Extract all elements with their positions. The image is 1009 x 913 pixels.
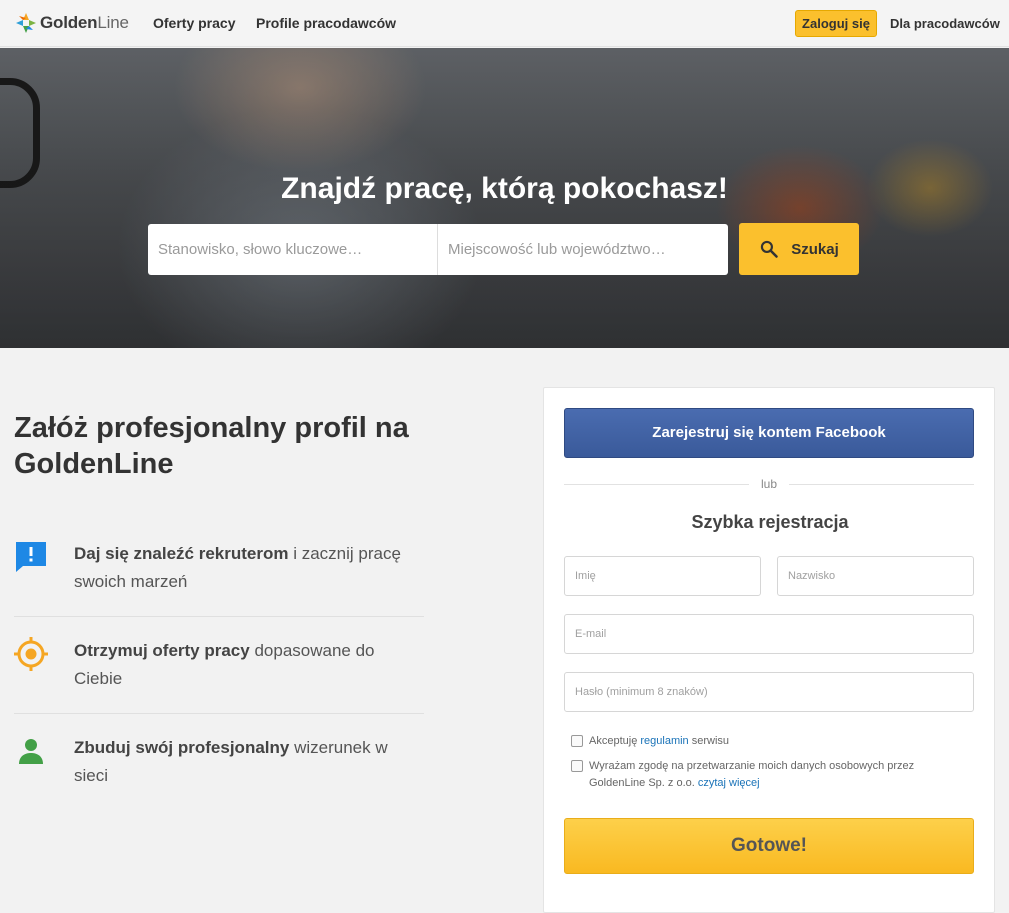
search-box	[148, 224, 728, 275]
benefits-title: Załóż profesjonalny profil na GoldenLine	[14, 412, 409, 480]
logo-wordmark: GoldenLine	[40, 13, 129, 32]
benefit-text: Otrzymuj oferty pracy dopasowane do Cieb…	[74, 641, 375, 688]
benefit-text: Daj się znaleźć rekruterom i zacznij pra…	[74, 544, 401, 591]
goldenline-logo[interactable]: GoldenLine	[15, 12, 129, 34]
benefit-text: Zbuduj swój profesjonalny wizerunek w si…	[74, 738, 388, 785]
registration-card: Zarejestruj się kontem Facebook lub Szyb…	[543, 387, 995, 913]
terms-checkbox[interactable]	[571, 735, 583, 747]
message-alert-icon	[16, 542, 46, 572]
target-icon	[14, 637, 48, 671]
hero-banner: Znajdź pracę, którą pokochasz! Szukaj	[0, 48, 1009, 348]
divider	[14, 713, 424, 714]
hero-title: Znajdź pracę, którą pokochasz!	[281, 172, 728, 205]
login-button[interactable]: Zaloguj się	[795, 10, 877, 37]
terms-checkbox-row: Akceptuję regulamin serwisu	[571, 733, 961, 751]
job-keyword-input[interactable]	[148, 224, 438, 275]
submit-button[interactable]: Gotowe!	[564, 818, 974, 874]
consent-checkbox[interactable]	[571, 760, 583, 772]
search-icon	[761, 240, 778, 258]
terms-link[interactable]: regulamin	[640, 735, 688, 747]
goldenline-logo-icon	[16, 13, 36, 33]
facebook-register-button[interactable]: Zarejestruj się kontem Facebook	[564, 408, 974, 458]
quick-registration-title: Szybka rejestracja	[691, 512, 849, 532]
consent-checkbox-row: Wyrażam zgodę na przetwarzanie moich dan…	[571, 758, 961, 794]
nav-employer-profiles[interactable]: Profile pracodawców	[256, 15, 396, 31]
terms-label: Akceptuję regulamin serwisu	[589, 735, 730, 747]
location-input[interactable]	[438, 224, 728, 275]
top-navigation-bar: GoldenLine Oferty pracy Profile pracodaw…	[0, 0, 1009, 47]
last-name-field[interactable]	[777, 556, 974, 596]
person-icon	[19, 739, 43, 764]
or-label: lub	[749, 476, 789, 492]
nav-job-offers[interactable]: Oferty pracy	[153, 15, 235, 31]
search-button[interactable]: Szukaj	[739, 223, 859, 275]
search-button-label: Szukaj	[791, 240, 839, 258]
consent-label: Wyrażam zgodę na przetwarzanie moich dan…	[589, 760, 915, 789]
password-field[interactable]	[564, 672, 974, 712]
nav-for-employers[interactable]: Dla pracodawców	[890, 16, 1000, 31]
first-name-field[interactable]	[564, 556, 761, 596]
divider	[14, 616, 424, 617]
email-field[interactable]	[564, 614, 974, 654]
read-more-link[interactable]: czytaj więcej	[698, 777, 760, 789]
